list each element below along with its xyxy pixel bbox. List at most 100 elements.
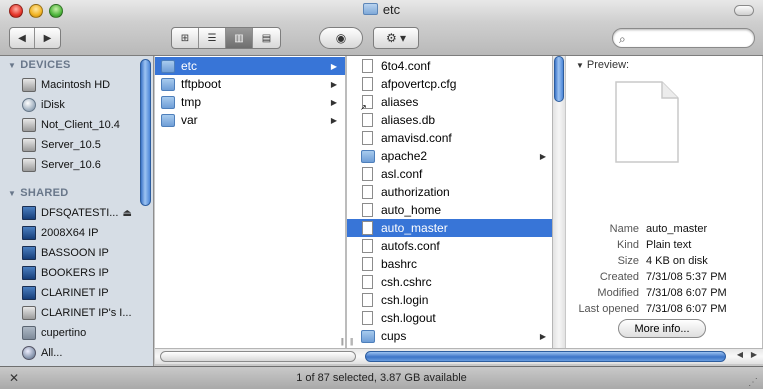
action-menu-button[interactable]: ⚙ ▾ xyxy=(373,27,419,49)
back-arrow-icon: ◀ xyxy=(18,32,26,44)
sidebar-item-label: All... xyxy=(41,347,63,359)
forward-button[interactable]: ▶ xyxy=(35,28,60,48)
quick-look-button[interactable]: ◉ xyxy=(319,27,363,49)
info-row-last-opened: Last opened 7/31/08 6:07 PM xyxy=(566,303,762,319)
eject-icon[interactable]: ⏏ xyxy=(123,208,132,219)
list-item-label: authorization xyxy=(381,185,450,199)
sidebar-item-not-client[interactable]: Not_Client_10.4 xyxy=(0,115,153,135)
back-button[interactable]: ◀ xyxy=(10,28,36,48)
sidebar-item-all[interactable]: All... xyxy=(0,343,153,363)
cover-flow-button[interactable]: ▤ xyxy=(253,28,280,48)
network-computer-icon xyxy=(22,286,36,300)
list-item[interactable]: cups ▶ xyxy=(347,327,564,345)
sidebar-item-label: CLARINET IP's I... xyxy=(41,307,132,319)
list-item[interactable]: aliases.db xyxy=(347,111,564,129)
column-etc: 6to4.conf afpovertcp.cfg aliases aliases… xyxy=(347,56,565,348)
list-item[interactable]: tftpboot ▶ xyxy=(155,75,345,93)
column-view-button[interactable]: ▥ xyxy=(226,28,253,48)
list-item[interactable]: csh.cshrc xyxy=(347,273,564,291)
sidebar-item-label: BOOKERS IP xyxy=(41,267,109,279)
column-etc-scroll-thumb[interactable] xyxy=(554,56,564,102)
list-view-icon: ☰ xyxy=(207,32,217,44)
preview-label[interactable]: ▼ Preview: xyxy=(576,59,629,71)
info-key: Kind xyxy=(616,239,639,251)
info-value: 7/31/08 5:37 PM xyxy=(646,271,727,283)
list-item[interactable]: bashrc xyxy=(347,255,564,273)
horizontal-scroll-thumb[interactable] xyxy=(365,351,726,362)
devices-header[interactable]: ▼ DEVICES xyxy=(0,56,153,75)
list-item[interactable]: tmp ▶ xyxy=(155,93,345,111)
sidebar-item-dfsqatesti[interactable]: DFSQATESTI... ⏏ xyxy=(0,203,153,223)
list-item[interactable]: auto_master xyxy=(347,219,564,237)
icon-view-button[interactable]: ⊞ xyxy=(172,28,199,48)
list-item[interactable]: 6to4.conf xyxy=(347,57,564,75)
horizontal-scrollbar[interactable]: ◀ ▶ xyxy=(155,348,763,364)
sidebar-item-bookers[interactable]: BOOKERS IP xyxy=(0,263,153,283)
sidebar-item-bassoon[interactable]: BASSOON IP xyxy=(0,243,153,263)
sidebar-item-clarinet[interactable]: CLARINET IP xyxy=(0,283,153,303)
list-item[interactable]: csh.logout xyxy=(347,309,564,327)
more-info-button[interactable]: More info... xyxy=(618,319,706,338)
list-item[interactable]: authorization xyxy=(347,183,564,201)
disclosure-arrow-icon: ▶ xyxy=(330,97,337,107)
list-item[interactable]: aliases xyxy=(347,93,564,112)
eye-icon: ◉ xyxy=(335,31,347,45)
list-item[interactable]: autofs.conf xyxy=(347,237,564,255)
sidebar-item-server-10-5[interactable]: Server_10.5 xyxy=(0,135,153,155)
disclosure-arrow-icon: ▶ xyxy=(330,61,337,71)
resize-grip-icon[interactable]: ⋰ xyxy=(748,372,758,389)
sidebar-item-idisk[interactable]: iDisk xyxy=(0,95,153,115)
list-item[interactable]: afpovertcp.cfg xyxy=(347,75,564,93)
info-row-modified: Modified 7/31/08 6:07 PM xyxy=(566,287,762,303)
network-computer-icon xyxy=(22,226,36,240)
sidebar-item-macintosh-hd[interactable]: Macintosh HD xyxy=(0,75,153,95)
list-item[interactable]: apache2 ▶ xyxy=(347,147,564,165)
sidebar-item-server-10-6[interactable]: Server_10.6 xyxy=(0,155,153,175)
list-item-label: asl.conf xyxy=(381,167,423,181)
preview-column: ▼ Preview: Name auto_master Kind Plain text… xyxy=(566,56,763,348)
info-key: Created xyxy=(599,271,639,283)
document-icon xyxy=(362,275,373,289)
shared-header-label: SHARED xyxy=(20,187,69,199)
column-resize-handle[interactable]: || xyxy=(341,337,344,346)
list-item[interactable]: var ▶ xyxy=(155,111,345,129)
window-title: etc xyxy=(0,2,763,17)
info-row-created: Created 7/31/08 5:37 PM xyxy=(566,271,762,287)
list-item[interactable]: csh.login xyxy=(347,291,564,309)
cover-flow-icon: ▤ xyxy=(261,32,272,44)
list-item[interactable]: asl.conf xyxy=(347,165,564,183)
list-item[interactable]: etc ▶ xyxy=(155,57,345,75)
network-globe-icon xyxy=(22,346,36,360)
column-resize-handle[interactable]: || xyxy=(350,337,353,346)
list-view-button[interactable]: ☰ xyxy=(199,28,226,48)
list-item-label: tftpboot xyxy=(181,77,222,91)
list-item[interactable]: amavisd.conf xyxy=(347,129,564,147)
disclosure-arrow-icon: ▶ xyxy=(330,115,337,125)
sidebar-item-clarinet-2[interactable]: CLARINET IP's I... xyxy=(0,303,153,323)
scroll-left-icon[interactable]: ◀ xyxy=(737,350,743,359)
column-etc-scrollbar[interactable] xyxy=(552,56,565,348)
sidebar-scrollbar-thumb[interactable] xyxy=(140,59,151,206)
network-computer-icon xyxy=(22,206,36,220)
shared-header[interactable]: ▼ SHARED xyxy=(0,184,153,203)
list-item[interactable]: auto_home xyxy=(347,201,564,219)
document-icon xyxy=(362,185,373,199)
search-field[interactable]: ⌕ xyxy=(612,28,755,48)
scroll-right-icon[interactable]: ▶ xyxy=(751,350,757,359)
search-input[interactable] xyxy=(633,31,748,45)
search-icon: ⌕ xyxy=(619,32,626,46)
horizontal-scroll-track-segment[interactable] xyxy=(160,351,356,362)
status-bar: ✕ 1 of 87 selected, 3.87 GB available ⋰ xyxy=(0,366,763,389)
back-forward-control: ◀ ▶ xyxy=(9,27,61,49)
toolbar-toggle-button[interactable] xyxy=(734,5,754,16)
hard-disk-icon xyxy=(22,78,36,92)
sidebar-item-2008x64[interactable]: 2008X64 IP xyxy=(0,223,153,243)
sidebar-item-cupertino[interactable]: cupertino xyxy=(0,323,153,343)
window-title-text: etc xyxy=(382,2,401,17)
info-value: auto_master xyxy=(646,223,708,235)
list-item-label: tmp xyxy=(181,95,202,109)
disclosure-arrow-icon: ▶ xyxy=(539,151,546,161)
sidebar-item-label: Server_10.6 xyxy=(41,159,101,171)
folder-icon xyxy=(361,329,375,343)
sidebar-item-label: CLARINET IP xyxy=(41,287,109,299)
